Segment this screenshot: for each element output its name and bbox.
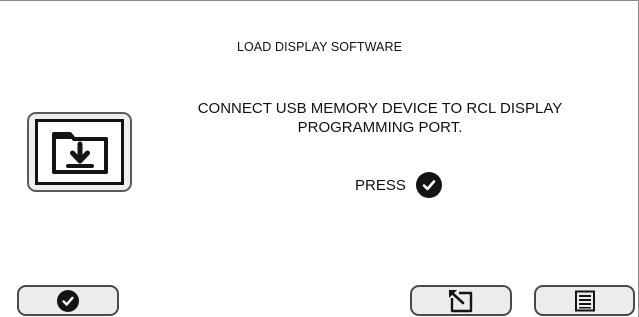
screen-title: LOAD DISPLAY SOFTWARE bbox=[236, 40, 403, 54]
folder-download-icon bbox=[51, 132, 108, 174]
menu-button[interactable] bbox=[534, 285, 635, 316]
menu-list-icon bbox=[574, 290, 595, 311]
press-label: PRESS bbox=[355, 176, 406, 194]
checkmark-circle-icon bbox=[415, 172, 442, 198]
load-software-tile-face bbox=[35, 119, 124, 185]
instruction-message: CONNECT USB MEMORY DEVICE TO RCL DISPLAY… bbox=[197, 100, 563, 136]
return-arrow-icon bbox=[449, 289, 473, 312]
load-software-tile[interactable] bbox=[27, 112, 132, 192]
back-button[interactable] bbox=[410, 285, 512, 316]
accept-button[interactable] bbox=[17, 285, 119, 316]
press-prompt: PRESS bbox=[355, 171, 442, 199]
display-screen: LOAD DISPLAY SOFTWARE CONNECT USB MEMORY… bbox=[0, 0, 639, 317]
checkmark-circle-icon bbox=[57, 289, 79, 312]
